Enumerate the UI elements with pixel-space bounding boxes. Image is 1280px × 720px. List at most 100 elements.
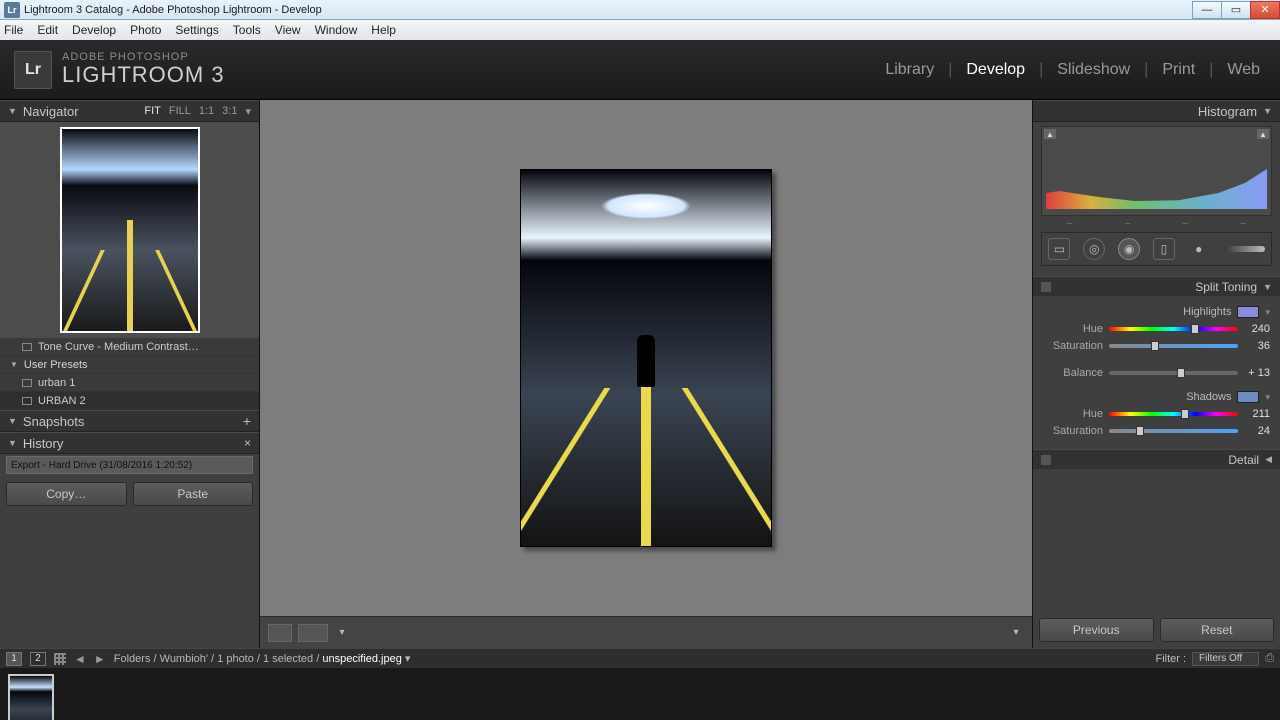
snapshots-header[interactable]: ▼ Snapshots + bbox=[0, 410, 259, 432]
previous-button[interactable]: Previous bbox=[1039, 618, 1154, 642]
shadows-sat-value[interactable]: 24 bbox=[1238, 425, 1270, 437]
highlights-hue-value[interactable]: 240 bbox=[1238, 323, 1270, 335]
zoom-3to1[interactable]: 3:1 bbox=[222, 105, 237, 118]
disclosure-triangle-icon: ▼ bbox=[1263, 282, 1272, 292]
panel-switch[interactable] bbox=[1041, 282, 1051, 292]
graduated-filter-tool[interactable]: ▯ bbox=[1153, 238, 1175, 260]
filmstrip-header: 1 2 ◄ ► Folders / Wumbioh' / 1 photo / 1… bbox=[0, 648, 1280, 668]
preset-urban-2[interactable]: URBAN 2 bbox=[0, 392, 259, 410]
before-after-menu[interactable]: ▾ bbox=[334, 625, 350, 641]
toolbar-menu[interactable]: ▾ bbox=[1008, 625, 1024, 641]
balance-slider[interactable] bbox=[1109, 371, 1238, 375]
filmstrip-thumbnail[interactable] bbox=[8, 674, 54, 720]
zoom-menu-icon[interactable]: ▾ bbox=[245, 105, 251, 118]
shadows-hue-slider[interactable] bbox=[1109, 412, 1238, 416]
paste-button[interactable]: Paste bbox=[133, 482, 254, 506]
menu-tools[interactable]: Tools bbox=[233, 23, 261, 37]
history-title: History bbox=[23, 436, 63, 451]
window-titlebar: Lr Lightroom 3 Catalog - Adobe Photoshop… bbox=[0, 0, 1280, 20]
spot-removal-tool[interactable]: ◎ bbox=[1083, 238, 1105, 260]
preset-icon bbox=[22, 343, 32, 351]
menu-help[interactable]: Help bbox=[371, 23, 396, 37]
second-window-2[interactable]: 2 bbox=[30, 652, 46, 666]
crop-tool[interactable]: ▭ bbox=[1048, 238, 1070, 260]
window-maximize-button[interactable]: ▭ bbox=[1221, 1, 1251, 19]
highlights-picker-icon[interactable]: ▾ bbox=[1265, 307, 1270, 318]
menu-bar: File Edit Develop Photo Settings Tools V… bbox=[0, 20, 1280, 40]
breadcrumb[interactable]: Folders / Wumbioh' / 1 photo / 1 selecte… bbox=[114, 652, 411, 665]
window-close-button[interactable]: ✕ bbox=[1250, 1, 1280, 19]
shadows-sat-slider[interactable] bbox=[1109, 429, 1238, 433]
balance-value[interactable]: + 13 bbox=[1238, 367, 1270, 379]
highlight-clipping-icon[interactable]: ▲ bbox=[1257, 129, 1269, 139]
exposure-slider-icon[interactable] bbox=[1223, 246, 1265, 252]
shadows-hue-value[interactable]: 211 bbox=[1238, 408, 1270, 420]
navigator-header[interactable]: ▼ Navigator FIT FILL 1:1 3:1 ▾ bbox=[0, 100, 259, 122]
disclosure-triangle-icon: ▼ bbox=[8, 106, 17, 116]
window-minimize-button[interactable]: ― bbox=[1192, 1, 1222, 19]
module-picker: Library| Develop| Slideshow| Print| Web bbox=[879, 61, 1266, 79]
brand-title: LIGHTROOM 3 bbox=[62, 63, 225, 87]
menu-view[interactable]: View bbox=[275, 23, 301, 37]
preset-tone-curve[interactable]: Tone Curve - Medium Contrast… bbox=[0, 338, 259, 356]
clear-history-button[interactable]: × bbox=[244, 436, 251, 450]
preset-icon bbox=[22, 397, 32, 405]
preset-icon bbox=[22, 379, 32, 387]
filter-label: Filter : bbox=[1155, 653, 1186, 665]
zoom-fill[interactable]: FILL bbox=[169, 105, 191, 118]
split-toning-panel: Highlights ▾ Hue 240 Saturation 36 Balan… bbox=[1033, 296, 1280, 445]
preset-group-user[interactable]: ▼User Presets bbox=[0, 356, 259, 374]
menu-settings[interactable]: Settings bbox=[175, 23, 218, 37]
loupe-view-button[interactable] bbox=[268, 624, 292, 642]
highlights-label: Highlights bbox=[1043, 306, 1237, 318]
menu-photo[interactable]: Photo bbox=[130, 23, 161, 37]
history-entry[interactable]: Export - Hard Drive (31/08/2016 1:20:52) bbox=[6, 456, 253, 474]
panel-switch[interactable] bbox=[1041, 455, 1051, 465]
disclosure-triangle-icon: ▼ bbox=[10, 360, 18, 369]
menu-window[interactable]: Window bbox=[315, 23, 358, 37]
histogram[interactable]: ▲ ▲ bbox=[1041, 126, 1272, 216]
highlights-sat-value[interactable]: 36 bbox=[1238, 340, 1270, 352]
detail-header[interactable]: Detail ◀ bbox=[1033, 449, 1280, 469]
menu-file[interactable]: File bbox=[4, 23, 23, 37]
module-develop[interactable]: Develop bbox=[960, 61, 1031, 79]
highlights-hue-slider[interactable] bbox=[1109, 327, 1238, 331]
shadows-swatch[interactable] bbox=[1237, 391, 1259, 403]
menu-edit[interactable]: Edit bbox=[37, 23, 58, 37]
filter-dropdown[interactable]: Filters Off bbox=[1192, 652, 1259, 666]
history-header[interactable]: ▼ History × bbox=[0, 432, 259, 454]
highlights-swatch[interactable] bbox=[1237, 306, 1259, 318]
navigator-preview[interactable] bbox=[0, 122, 259, 338]
shadow-clipping-icon[interactable]: ▲ bbox=[1044, 129, 1056, 139]
nav-forward-icon[interactable]: ► bbox=[94, 652, 106, 666]
reset-button[interactable]: Reset bbox=[1160, 618, 1275, 642]
nav-back-icon[interactable]: ◄ bbox=[74, 652, 86, 666]
highlights-sat-slider[interactable] bbox=[1109, 344, 1238, 348]
grid-view-icon[interactable] bbox=[54, 653, 66, 665]
module-web[interactable]: Web bbox=[1221, 61, 1266, 79]
copy-button[interactable]: Copy… bbox=[6, 482, 127, 506]
adjustment-brush-tool[interactable]: ● bbox=[1188, 238, 1210, 260]
filter-lock-icon[interactable]: ⎙ bbox=[1265, 652, 1274, 665]
module-library[interactable]: Library bbox=[879, 61, 940, 79]
add-snapshot-button[interactable]: + bbox=[243, 413, 251, 429]
zoom-1to1[interactable]: 1:1 bbox=[199, 105, 214, 118]
shadows-picker-icon[interactable]: ▾ bbox=[1265, 392, 1270, 403]
split-toning-header[interactable]: Split Toning ▼ bbox=[1033, 276, 1280, 296]
preset-urban-1[interactable]: urban 1 bbox=[0, 374, 259, 392]
histogram-title: Histogram bbox=[1198, 104, 1257, 119]
before-after-button[interactable] bbox=[298, 624, 328, 642]
module-slideshow[interactable]: Slideshow bbox=[1051, 61, 1136, 79]
second-window-1[interactable]: 1 bbox=[6, 652, 22, 666]
filmstrip[interactable] bbox=[0, 668, 1280, 720]
presets-panel: Tone Curve - Medium Contrast… ▼User Pres… bbox=[0, 338, 259, 410]
module-print[interactable]: Print bbox=[1156, 61, 1201, 79]
menu-develop[interactable]: Develop bbox=[72, 23, 116, 37]
photo-viewport[interactable] bbox=[260, 100, 1032, 616]
disclosure-triangle-icon: ▼ bbox=[8, 438, 17, 448]
zoom-fit[interactable]: FIT bbox=[144, 105, 161, 118]
snapshots-title: Snapshots bbox=[23, 414, 84, 429]
redeye-tool[interactable]: ◉ bbox=[1118, 238, 1140, 260]
breadcrumb-menu-icon[interactable]: ▾ bbox=[405, 653, 411, 665]
histogram-header[interactable]: Histogram ▼ bbox=[1033, 100, 1280, 122]
